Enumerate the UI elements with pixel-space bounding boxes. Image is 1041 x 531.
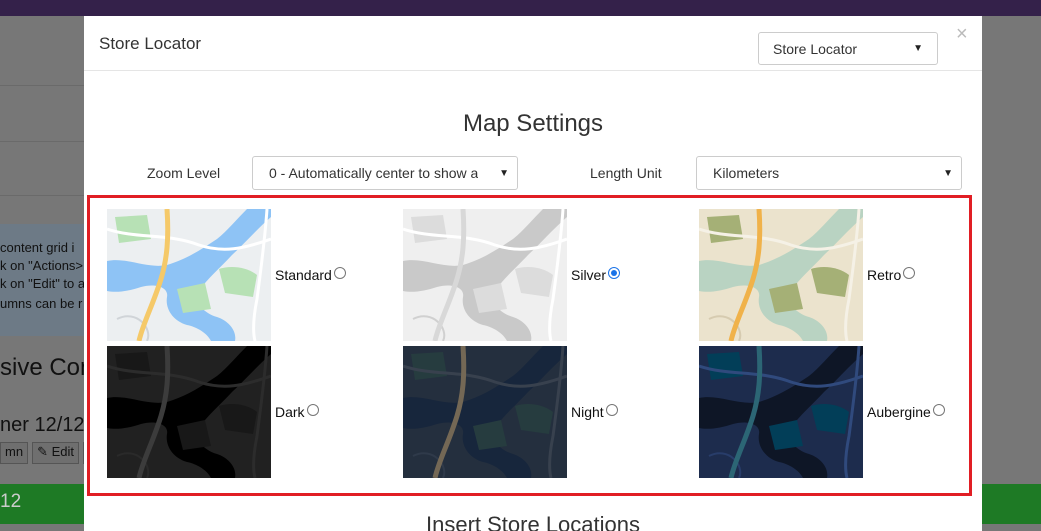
background-row	[0, 30, 90, 86]
map-style-standard-thumbnail[interactable]	[107, 209, 271, 341]
store-locator-select[interactable]: Store Locator ▼	[758, 32, 938, 65]
map-style-silver-radio[interactable]	[608, 267, 621, 279]
zoom-level-value: 0 - Automatically center to show a	[269, 165, 479, 181]
store-locator-select-value: Store Locator	[773, 40, 858, 57]
store-locator-modal: Store Locator Store Locator ▼ × Map Sett…	[84, 16, 982, 531]
map-style-silver-thumbnail[interactable]	[403, 209, 567, 341]
length-unit-value: Kilometers	[713, 165, 780, 181]
zoom-level-select[interactable]: 0 - Automatically center to show a ▼	[252, 156, 518, 190]
map-style-standard[interactable]: Standard	[107, 209, 346, 341]
map-style-dark-thumbnail[interactable]	[107, 346, 271, 478]
map-style-aubergine-radio[interactable]	[932, 404, 945, 416]
map-style-aubergine-thumbnail[interactable]	[699, 346, 863, 478]
chevron-down-icon: ▼	[913, 43, 923, 54]
map-style-silver[interactable]: Silver	[403, 209, 621, 341]
background-row	[0, 142, 90, 196]
chevron-down-icon: ▼	[499, 167, 509, 179]
background-top-bar	[0, 0, 1041, 16]
map-style-night-thumbnail[interactable]	[403, 346, 567, 478]
map-style-dark-radio[interactable]	[306, 404, 319, 416]
map-style-aubergine-label: Aubergine	[867, 404, 931, 420]
map-style-dark-label: Dark	[275, 404, 305, 420]
background-green-text: 12	[0, 491, 22, 512]
map-style-night-radio[interactable]	[605, 404, 618, 416]
map-style-night-label: Night	[571, 404, 604, 420]
chevron-down-icon: ▼	[943, 167, 953, 179]
close-icon[interactable]: ×	[956, 24, 968, 44]
background-text: k on "Actions>	[0, 258, 84, 273]
map-style-silver-label: Silver	[571, 267, 607, 283]
map-park	[707, 215, 743, 243]
map-style-retro[interactable]: Retro	[699, 209, 916, 341]
background-text: content grid i	[0, 240, 75, 255]
background-toolbar-item: mn	[0, 442, 29, 464]
map-settings-title: Map Settings	[462, 110, 604, 137]
map-style-retro-radio[interactable]	[903, 267, 916, 279]
map-style-standard-label: Standard	[275, 267, 332, 283]
length-unit-label: Length Unit	[590, 165, 662, 181]
map-park	[411, 352, 447, 380]
map-park	[115, 215, 151, 243]
map-style-standard-radio[interactable]	[333, 267, 346, 279]
map-style-retro-thumbnail[interactable]	[699, 209, 863, 341]
background-text: umns can be r	[0, 296, 83, 311]
map-park	[115, 352, 151, 380]
map-style-dark[interactable]: Dark	[107, 346, 319, 478]
map-park	[707, 352, 743, 380]
map-park	[411, 215, 447, 243]
background-subheading: ner 12/12	[0, 414, 85, 436]
modal-header: Store Locator Store Locator ▼ ×	[84, 16, 982, 71]
map-style-picker: Standard Silver Retro Dark Night Aubergi…	[87, 195, 972, 496]
zoom-level-label: Zoom Level	[147, 165, 221, 181]
map-style-retro-label: Retro	[867, 267, 902, 283]
background-edit-button: ✎ Edit	[32, 442, 79, 464]
length-unit-select[interactable]: Kilometers ▼	[696, 156, 962, 190]
map-style-aubergine[interactable]: Aubergine	[699, 346, 945, 478]
insert-store-locations-title: Insert Store Locations	[425, 512, 640, 531]
modal-title: Store Locator	[99, 34, 202, 53]
map-style-night[interactable]: Night	[403, 346, 618, 478]
background-heading: sive Con	[0, 354, 94, 381]
background-row	[0, 86, 90, 142]
background-text: k on "Edit" to a	[0, 276, 86, 291]
